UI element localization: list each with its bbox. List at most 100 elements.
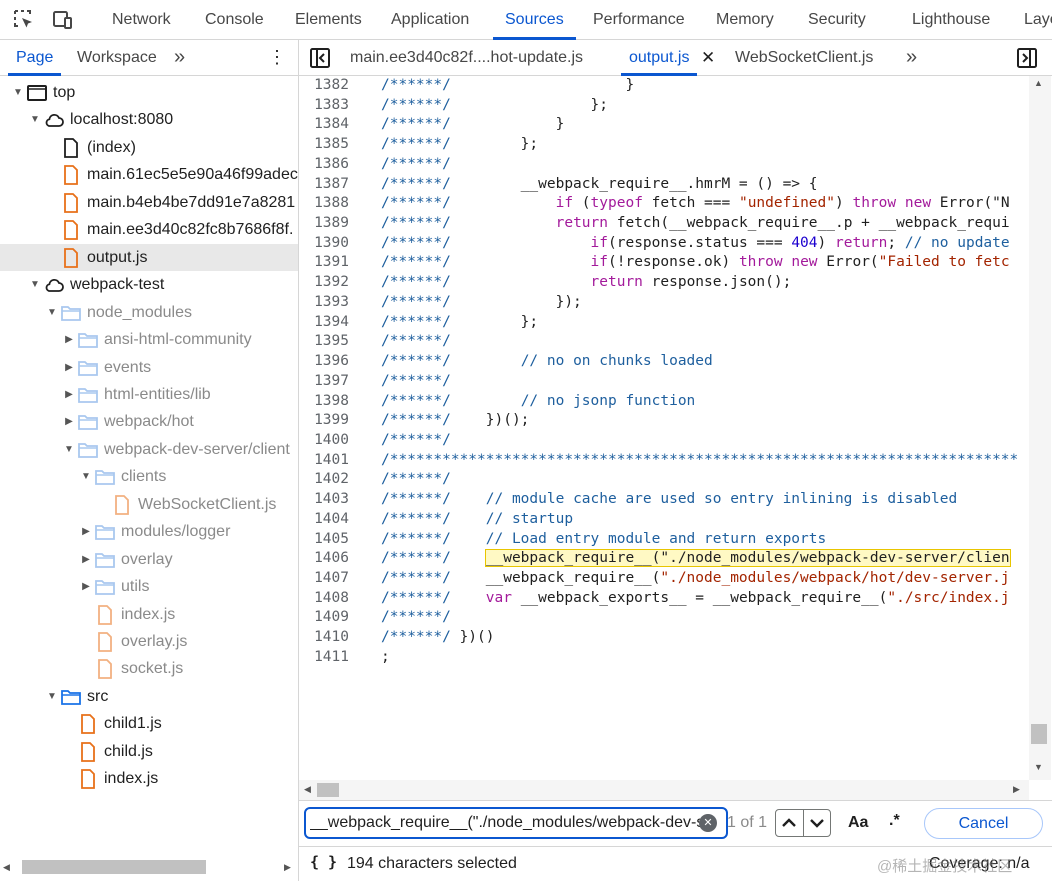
line-number[interactable]: 1397 [299,372,349,392]
line-number[interactable]: 1389 [299,214,349,234]
search-box[interactable]: ✕ [304,807,728,839]
scroll-left-arrow-icon[interactable]: ◀ [304,784,311,795]
tab-elements[interactable]: Elements [295,0,362,39]
code-line[interactable]: 1410 /******/ })() [299,628,1029,648]
tree-item[interactable]: main.b4eb4be7dd91e7a8281 [0,189,298,216]
code-line[interactable]: 1399 /******/ })(); [299,411,1029,431]
code-text[interactable]: /******/ __webpack_require__("./node_mod… [381,569,1010,589]
scroll-down-arrow-icon[interactable]: ▼ [1034,762,1043,772]
tab-page[interactable]: Page [7,40,62,76]
code-line[interactable]: 1394 /******/ }; [299,313,1029,333]
tree-item[interactable]: ▼ src [0,683,298,710]
code-line[interactable]: 1392 /******/ return response.json(); [299,273,1029,293]
scroll-left-arrow-icon[interactable]: ◀ [3,862,10,873]
tree-item[interactable]: (index) [0,134,298,161]
line-number[interactable]: 1390 [299,234,349,254]
tree-item[interactable]: socket.js [0,655,298,682]
line-number[interactable]: 1402 [299,470,349,490]
code-text[interactable]: /******/ // no jsonp function [381,392,695,412]
tree-item[interactable]: index.js [0,601,298,628]
collapsed-arrow-icon[interactable]: ▶ [80,546,92,573]
code-line[interactable]: 1401 /***********************************… [299,451,1029,471]
tab-performance[interactable]: Performance [593,0,685,39]
code-line[interactable]: 1383 /******/ }; [299,96,1029,116]
line-number[interactable]: 1384 [299,115,349,135]
tree-item[interactable]: ▼ webpack-dev-server/client [0,436,298,463]
close-tab-icon[interactable]: ✕ [701,40,715,75]
previous-match-icon[interactable] [781,816,797,830]
code-text[interactable]: /******/ [381,470,451,490]
code-text[interactable]: /******/ [381,332,451,352]
code-text[interactable]: /******/ // startup [381,510,573,530]
code-line[interactable]: 1385 /******/ }; [299,135,1029,155]
code-editor[interactable]: 1382 /******/ } 1383 /******/ }; 1384 /******… [299,76,1029,780]
editor-tab-output[interactable]: output.js [620,40,699,76]
line-number[interactable]: 1399 [299,411,349,431]
tree-item[interactable]: main.61ec5e5e90a46f99adec [0,161,298,188]
collapsed-arrow-icon[interactable]: ▶ [63,354,75,381]
navigator-menu-icon[interactable]: ⋮ [268,40,286,75]
line-number[interactable]: 1386 [299,155,349,175]
editor-tab-websocketclient[interactable]: WebSocketClient.js [735,40,873,75]
regex-toggle[interactable]: .* [889,812,900,830]
horizontal-scrollbar-thumb[interactable] [317,783,339,797]
line-number[interactable]: 1403 [299,490,349,510]
code-line[interactable]: 1382 /******/ } [299,76,1029,96]
expanded-arrow-icon[interactable]: ▼ [46,683,58,710]
code-text[interactable]: /******/ return fetch(__webpack_require_… [381,214,1010,234]
collapsed-arrow-icon[interactable]: ▶ [80,573,92,600]
collapsed-arrow-icon[interactable]: ▶ [63,408,75,435]
tree-item[interactable]: ▼ top [0,79,298,106]
code-line[interactable]: 1397 /******/ [299,372,1029,392]
line-number[interactable]: 1394 [299,313,349,333]
code-line[interactable]: 1384 /******/ } [299,115,1029,135]
tree-item[interactable]: child.js [0,738,298,765]
tree-item[interactable]: overlay.js [0,628,298,655]
code-line[interactable]: 1386 /******/ [299,155,1029,175]
code-line[interactable]: 1403 /******/ // module cache are used so… [299,490,1029,510]
tree-item[interactable]: ▶ overlay [0,546,298,573]
code-line[interactable]: 1408 /******/ var __webpack_exports__ = _… [299,589,1029,609]
tab-security[interactable]: Security [808,0,866,39]
code-text[interactable]: /******/ if (typeof fetch === "undefined… [381,194,1010,214]
code-line[interactable]: 1402 /******/ [299,470,1029,490]
editor-horizontal-scrollbar[interactable]: ◀ ▶ [299,780,1029,800]
tab-console[interactable]: Console [205,0,264,39]
tab-lighthouse[interactable]: Lighthouse [912,0,990,39]
line-number[interactable]: 1405 [299,530,349,550]
editor-tab-hot-update[interactable]: main.ee3d40c82f....hot-update.js [350,40,583,75]
code-text[interactable]: /******/ if(response.status === 404) ret… [381,234,1010,254]
line-number[interactable]: 1398 [299,392,349,412]
code-text[interactable]: /******/ __webpack_require__.hmrM = () =… [381,175,818,195]
expanded-arrow-icon[interactable]: ▼ [46,299,58,326]
line-number[interactable]: 1393 [299,293,349,313]
code-line[interactable]: 1409 /******/ [299,608,1029,628]
tree-item[interactable]: WebSocketClient.js [0,491,298,518]
line-number[interactable]: 1396 [299,352,349,372]
tree-item[interactable]: ▼ localhost:8080 [0,106,298,133]
tree-item[interactable]: child1.js [0,710,298,737]
line-number[interactable]: 1410 [299,628,349,648]
collapsed-arrow-icon[interactable]: ▶ [80,518,92,545]
code-text[interactable]: /******/ }); [381,293,582,313]
tree-item[interactable]: ▼ clients [0,463,298,490]
cancel-button[interactable]: Cancel [924,808,1043,839]
code-text[interactable]: ; [381,648,390,668]
line-number[interactable]: 1411 [299,648,349,668]
code-line[interactable]: 1395 /******/ [299,332,1029,352]
clear-search-icon[interactable]: ✕ [699,814,717,832]
expanded-arrow-icon[interactable]: ▼ [29,106,41,133]
expanded-arrow-icon[interactable]: ▼ [29,271,41,298]
navigator-horizontal-scrollbar[interactable]: ◀ ▶ [0,854,298,881]
code-line[interactable]: 1389 /******/ return fetch(__webpack_requ… [299,214,1029,234]
expanded-arrow-icon[interactable]: ▼ [63,436,75,463]
tab-sources[interactable]: Sources [493,0,576,40]
more-editor-tabs-chevron-icon[interactable]: » [906,40,917,75]
code-text[interactable]: /******/ })(); [381,411,529,431]
expanded-arrow-icon[interactable]: ▼ [12,79,24,106]
pretty-print-icon[interactable]: { } [310,853,337,871]
scroll-right-arrow-icon[interactable]: ▶ [284,862,291,873]
tree-item[interactable]: ▼ webpack-test [0,271,298,298]
line-number[interactable]: 1385 [299,135,349,155]
tab-application[interactable]: Application [391,0,469,39]
